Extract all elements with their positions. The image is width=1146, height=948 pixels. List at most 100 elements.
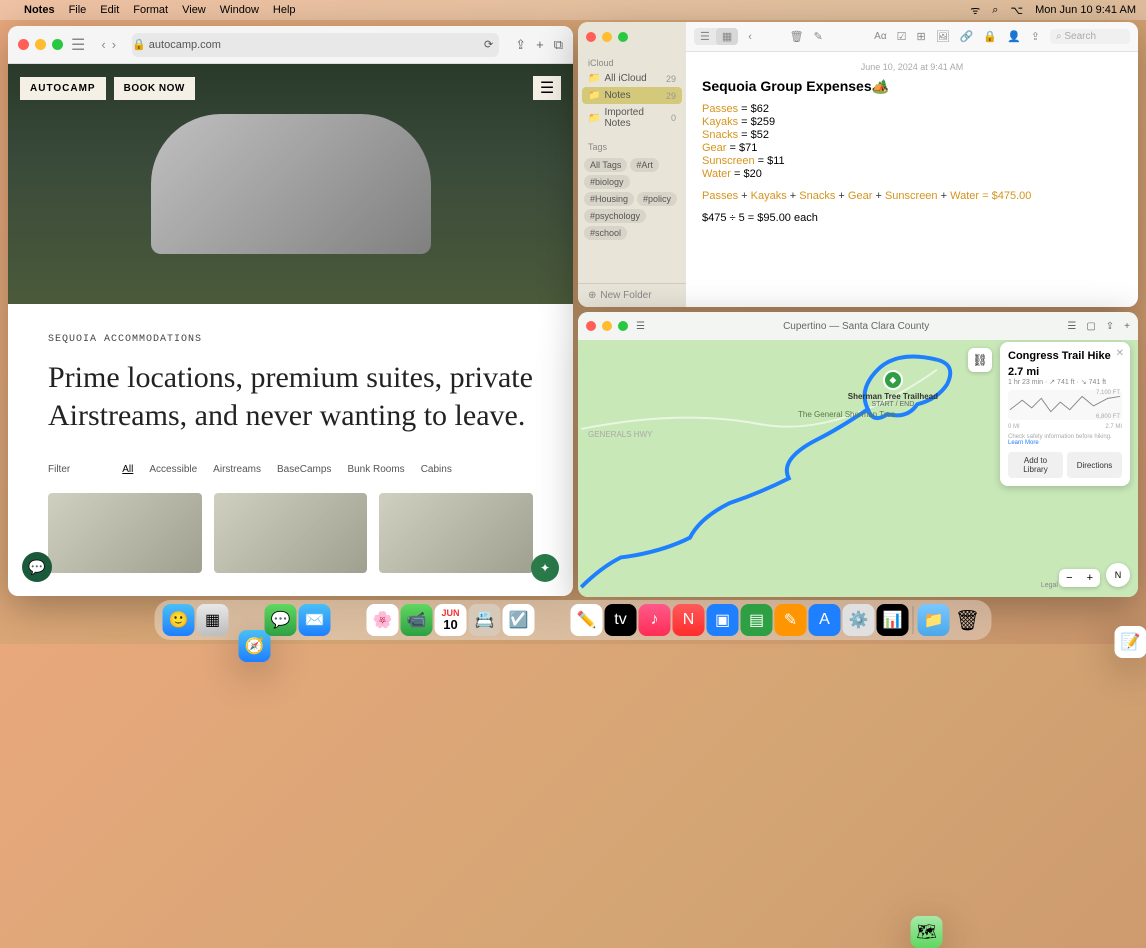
view-toggle[interactable]: ☰ ▦ xyxy=(694,28,738,45)
new-folder-button[interactable]: ⊕ New Folder xyxy=(578,283,686,307)
minimize-button[interactable] xyxy=(602,32,612,42)
tag-biology[interactable]: #biology xyxy=(584,175,630,189)
hamburger-menu[interactable]: ☰ xyxy=(533,76,561,100)
filter-airstreams[interactable]: Airstreams xyxy=(213,464,261,475)
tag-school[interactable]: #school xyxy=(584,226,627,240)
dock-tv[interactable]: tv xyxy=(605,604,637,636)
dock-appstore[interactable]: A xyxy=(809,604,841,636)
fullscreen-button[interactable] xyxy=(618,32,628,42)
sidebar-toggle-icon[interactable]: ☰ xyxy=(71,35,85,55)
table-icon[interactable]: ⊞ xyxy=(916,30,925,43)
book-now-button[interactable]: BOOK NOW xyxy=(114,77,195,100)
dock-calendar[interactable]: JUN 10 xyxy=(435,604,467,636)
dock-numbers[interactable]: ▤ xyxy=(741,604,773,636)
media-icon[interactable]: 🖼 xyxy=(936,30,950,43)
legal-link[interactable]: Legal xyxy=(1041,582,1058,589)
close-button[interactable] xyxy=(18,39,29,50)
tag-psychology[interactable]: #psychology xyxy=(584,209,646,223)
compose-icon[interactable]: ✎ xyxy=(814,30,823,43)
folder-all-icloud[interactable]: 📁 All iCloud 29 xyxy=(578,70,686,87)
share-icon[interactable]: ⇪ xyxy=(1031,30,1040,43)
zoom-out-button[interactable]: − xyxy=(1059,569,1079,587)
reload-icon[interactable]: ⟳ xyxy=(484,38,499,51)
format-icon[interactable]: Aα xyxy=(874,31,886,42)
menu-view[interactable]: View xyxy=(182,4,206,16)
dock-freeform[interactable]: ✏️ xyxy=(571,604,603,636)
list-view-icon[interactable]: ☰ xyxy=(694,28,716,45)
dock-settings[interactable]: ⚙️ xyxy=(843,604,875,636)
dock-notes[interactable]: 📝 xyxy=(1115,626,1146,658)
dock-mail[interactable]: ✉️ xyxy=(299,604,331,636)
dock-finder[interactable]: 🙂 xyxy=(163,604,195,636)
map-mode-button[interactable]: ⛓ xyxy=(968,348,992,372)
dock-contacts[interactable]: 📇 xyxy=(469,604,501,636)
tabs-icon[interactable]: ⧉ xyxy=(554,37,563,53)
directions-button[interactable]: Directions xyxy=(1067,452,1122,478)
compass-button[interactable]: N xyxy=(1106,563,1130,587)
gallery-card[interactable] xyxy=(48,493,202,573)
dock-safari[interactable]: 🧭 xyxy=(239,630,271,662)
dock-facetime[interactable]: 📹 xyxy=(401,604,433,636)
link-icon[interactable]: 🔗 xyxy=(960,30,974,43)
dock-trash[interactable]: 🗑 xyxy=(952,604,984,636)
dock-news[interactable]: N xyxy=(673,604,705,636)
mode-icon[interactable]: ▢ xyxy=(1086,321,1095,332)
trash-icon[interactable]: 🗑 xyxy=(790,30,804,43)
sidebar-icon[interactable]: ☰ xyxy=(636,321,645,332)
menu-file[interactable]: File xyxy=(69,4,87,16)
grid-view-icon[interactable]: ▦ xyxy=(716,28,738,45)
menu-edit[interactable]: Edit xyxy=(100,4,119,16)
app-menu[interactable]: Notes xyxy=(24,4,55,16)
search-icon[interactable]: ⌕ xyxy=(992,4,998,17)
back-icon[interactable]: ‹ xyxy=(748,31,752,43)
forward-button[interactable]: › xyxy=(112,37,116,52)
dock-launchpad[interactable]: ▦ xyxy=(197,604,229,636)
gallery-card[interactable] xyxy=(379,493,533,573)
tag-art[interactable]: #Art xyxy=(630,158,659,172)
menu-help[interactable]: Help xyxy=(273,4,296,16)
dock-downloads[interactable]: 📁 xyxy=(918,604,950,636)
menu-window[interactable]: Window xyxy=(220,4,259,16)
dock-photos[interactable]: 🌸 xyxy=(367,604,399,636)
dock-messages[interactable]: 💬 xyxy=(265,604,297,636)
search-input[interactable]: ⌕ Search xyxy=(1050,29,1130,44)
close-button[interactable] xyxy=(586,321,596,331)
dock-music[interactable]: ♪ xyxy=(639,604,671,636)
accessibility-badge[interactable]: ✦ xyxy=(531,554,559,582)
menu-format[interactable]: Format xyxy=(133,4,168,16)
dock-pages[interactable]: ✎ xyxy=(775,604,807,636)
folder-notes[interactable]: 📁 Notes 29 xyxy=(582,87,682,104)
dock-keynote[interactable]: ▣ xyxy=(707,604,739,636)
fullscreen-button[interactable] xyxy=(52,39,63,50)
zoom-in-button[interactable]: + xyxy=(1080,569,1100,587)
wifi-icon[interactable]: ᯤ xyxy=(970,3,980,18)
back-button[interactable]: ‹ xyxy=(101,37,105,52)
note-editor[interactable]: June 10, 2024 at 9:41 AM Sequoia Group E… xyxy=(686,52,1138,307)
tag-housing[interactable]: #Housing xyxy=(584,192,634,206)
gallery-card[interactable] xyxy=(214,493,368,573)
close-button[interactable] xyxy=(586,32,596,42)
minimize-button[interactable] xyxy=(35,39,46,50)
address-bar[interactable]: 🔒 autocamp.com ⟳ xyxy=(132,33,499,57)
folder-imported[interactable]: 📁 Imported Notes 0 xyxy=(578,104,686,132)
tag-policy[interactable]: #policy xyxy=(637,192,677,206)
share-icon[interactable]: ⇪ xyxy=(1106,321,1114,332)
tag-all[interactable]: All Tags xyxy=(584,158,627,172)
learn-more-link[interactable]: Learn More xyxy=(1008,440,1039,446)
filter-accessible[interactable]: Accessible xyxy=(149,464,197,475)
bookmarks-icon[interactable]: ☰ xyxy=(1067,321,1076,332)
filter-bunkrooms[interactable]: Bunk Rooms xyxy=(347,464,404,475)
add-to-library-button[interactable]: Add to Library xyxy=(1008,452,1063,478)
checklist-icon[interactable]: ☑ xyxy=(897,30,907,43)
fullscreen-button[interactable] xyxy=(618,321,628,331)
trailhead-marker[interactable]: ⬥ Sherman Tree Trailhead START / END xyxy=(848,370,938,408)
collaborate-icon[interactable]: 👤 xyxy=(1007,30,1021,43)
lock-icon[interactable]: 🔒 xyxy=(983,30,997,43)
control-center-icon[interactable]: ⌥ xyxy=(1010,4,1023,17)
share-icon[interactable]: ⇪ xyxy=(515,37,526,53)
filter-all[interactable]: All xyxy=(122,464,133,475)
dock-reminders[interactable]: ☑️ xyxy=(503,604,535,636)
dock-maps[interactable]: 🗺 xyxy=(911,916,943,948)
poi-general-sherman[interactable]: The General Sherman Tree xyxy=(798,410,895,419)
minimize-button[interactable] xyxy=(602,321,612,331)
